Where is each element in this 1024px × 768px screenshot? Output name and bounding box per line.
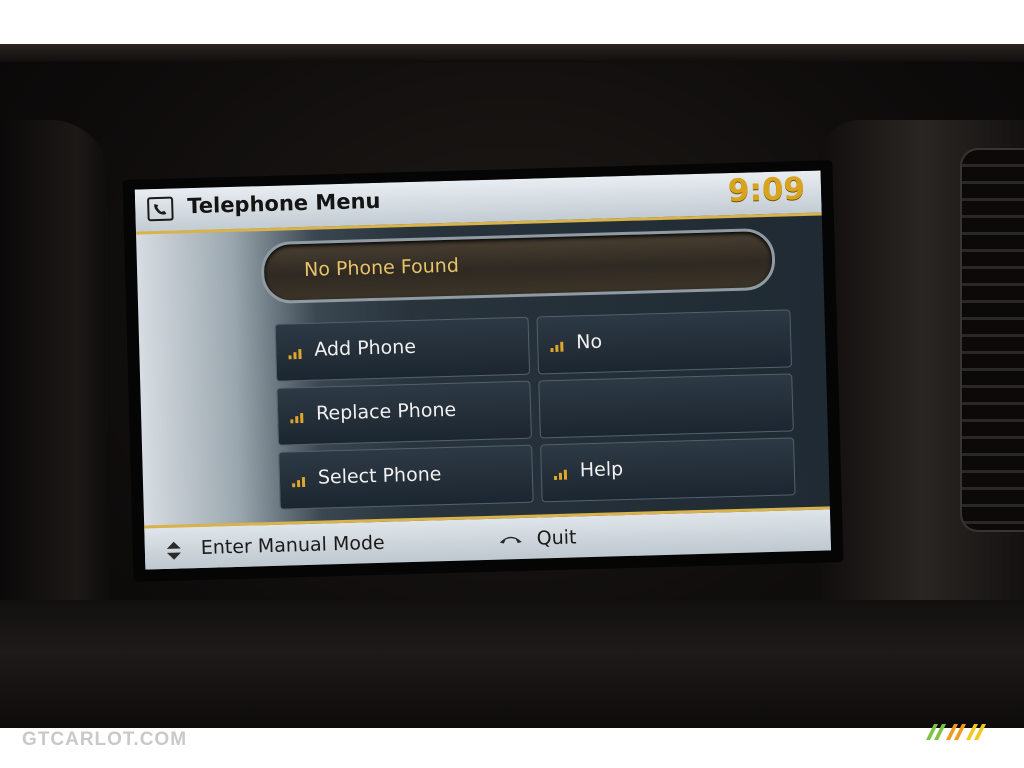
no-button[interactable]: No <box>536 309 793 375</box>
up-down-icon <box>166 541 181 560</box>
telephone-screen: Telephone Menu 9:09 No Phone Found Add P… <box>134 170 832 570</box>
empty-menu-slot <box>538 373 794 439</box>
signal-icon <box>290 413 304 424</box>
status-text: No Phone Found <box>303 254 460 281</box>
signal-icon <box>288 349 302 360</box>
status-banner: No Phone Found <box>260 227 776 305</box>
air-vent <box>960 148 1024 532</box>
screen-header: Telephone Menu 9:09 <box>134 170 822 235</box>
watermark-logo-icon <box>926 724 986 740</box>
phone-icon <box>147 196 174 222</box>
hang-up-icon <box>499 536 522 544</box>
add-phone-label: Add Phone <box>314 335 417 361</box>
enter-manual-mode-button[interactable]: Enter Manual Mode <box>201 532 385 559</box>
add-phone-button[interactable]: Add Phone <box>274 316 531 382</box>
help-button[interactable]: Help <box>540 437 796 503</box>
no-label: No <box>575 330 603 354</box>
quit-button[interactable]: Quit <box>536 526 576 549</box>
watermark-text: GTCARLOT.COM <box>22 729 188 750</box>
replace-phone-label: Replace Phone <box>315 398 457 425</box>
screen-frame: Telephone Menu 9:09 No Phone Found Add P… <box>122 160 844 582</box>
signal-icon <box>550 341 564 353</box>
replace-phone-button[interactable]: Replace Phone <box>276 380 532 446</box>
page-title: Telephone Menu <box>186 188 381 219</box>
dashboard-top-edge <box>0 44 1024 62</box>
help-label: Help <box>579 458 624 482</box>
screen-footer: Enter Manual Mode Quit <box>144 506 832 570</box>
left-bezel <box>0 120 110 680</box>
signal-icon <box>553 469 568 481</box>
dashboard-lower-panel <box>0 600 1024 728</box>
select-phone-label: Select Phone <box>317 463 442 489</box>
menu-grid: Add Phone No Replace Phone Select Phone … <box>274 309 796 511</box>
clock: 9:09 <box>727 170 806 210</box>
signal-icon <box>292 477 306 488</box>
photo-top-margin <box>0 0 1024 44</box>
select-phone-button[interactable]: Select Phone <box>278 444 534 510</box>
